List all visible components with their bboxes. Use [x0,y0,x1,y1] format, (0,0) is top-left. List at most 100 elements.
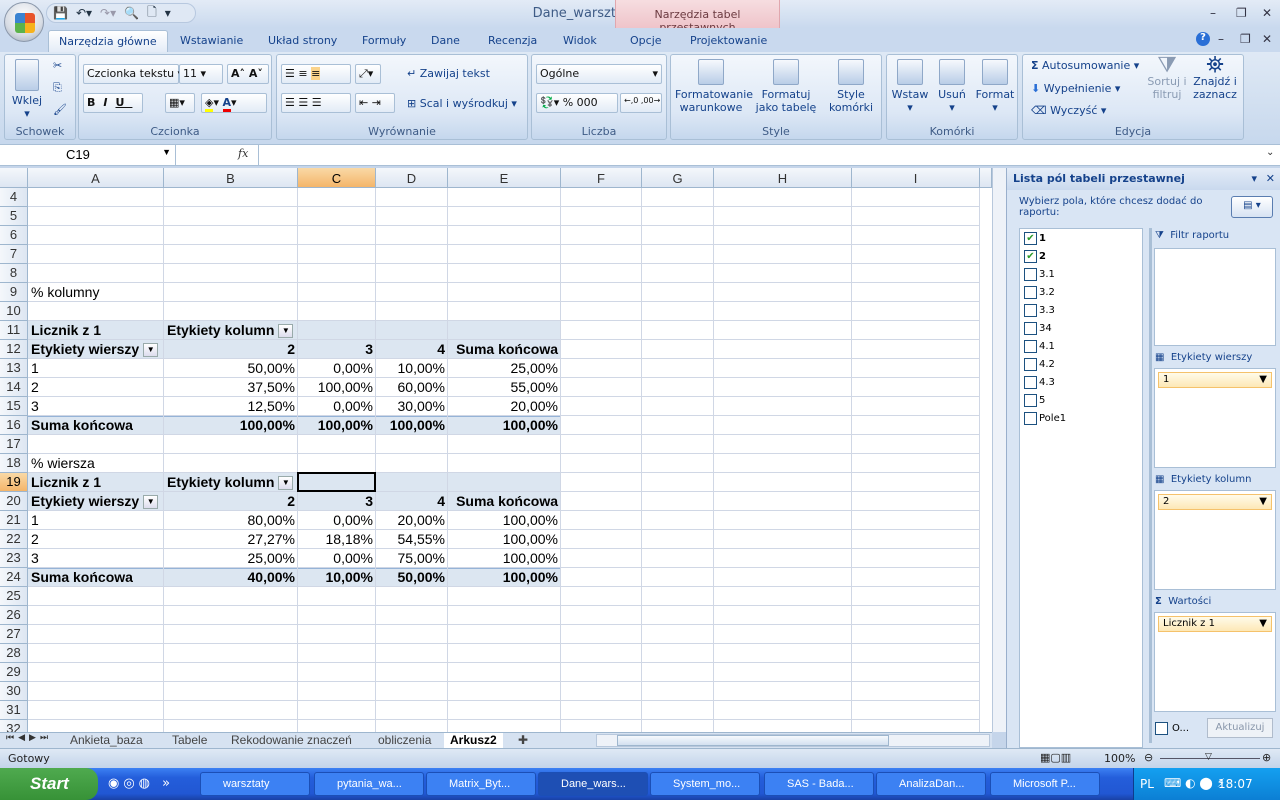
quick-launch-icons[interactable]: ◉◎◍ » [108,776,174,791]
row-labels-area[interactable]: 1 ▼ [1154,368,1276,468]
field-checkbox[interactable] [1024,394,1037,407]
taskbar-item[interactable]: SAS - Bada... [764,772,874,796]
cell-c21[interactable]: 0,00% [298,511,376,530]
insert-button[interactable]: Wstaw ▾ [891,59,929,114]
row-header-6[interactable]: 6 [0,226,28,245]
fill-font-color-buttons[interactable]: ◈▾ A▾ [201,93,267,113]
italic-button[interactable]: I [103,96,115,109]
view-buttons[interactable]: ▦▢▥ [1040,751,1071,764]
horizontal-align-buttons[interactable]: ☰ ☰ ☰ [281,93,351,113]
column-labels-area[interactable]: 2 ▼ [1154,490,1276,590]
field-item[interactable]: 3.3 [1024,304,1055,317]
field-item[interactable]: 4.3 [1024,376,1055,389]
fill-color-icon[interactable]: ◈ [205,96,214,112]
cell-b13[interactable]: 50,00% [164,359,298,378]
cell-d23[interactable]: 75,00% [376,549,448,568]
column-header-a[interactable]: A [28,168,164,188]
clear-button[interactable]: ⌫ Wyczyść ▾ [1031,104,1106,117]
zoom-slider-thumb[interactable]: ▽ [1205,752,1212,762]
row-header-15[interactable]: 15 [0,397,28,416]
field-item[interactable]: 4.1 [1024,340,1055,353]
cell-c16[interactable]: 100,00% [298,416,376,435]
taskbar-item[interactable]: System_mo... [650,772,760,796]
cell-a24[interactable]: Suma końcowa [28,568,164,587]
cell-a21[interactable]: 1 [28,511,164,530]
taskbar-item[interactable]: warsztaty [200,772,310,796]
row-header-31[interactable]: 31 [0,701,28,720]
cell-d14[interactable]: 60,00% [376,378,448,397]
cell-b22[interactable]: 27,27% [164,530,298,549]
number-format-select[interactable]: Ogólne ▾ [536,64,662,84]
sheet-tab[interactable]: Rekodowanie znaczeń [225,733,358,748]
cell-e24[interactable]: 100,00% [448,568,561,587]
cell-b19[interactable]: Etykiety kolumn ▼ [164,473,298,492]
bold-italic-underline-buttons[interactable]: BIU [83,93,143,113]
thousands-button[interactable]: 000 [577,96,598,109]
row-header-28[interactable]: 28 [0,644,28,663]
spreadsheet-grid[interactable]: A B C D E F G H I 4 5 6 7 8 9 10 11 12 13 14 15 16 17 18 19 20 21 2… [0,168,992,732]
cell-a22[interactable]: 2 [28,530,164,549]
bold-button[interactable]: B [87,96,103,109]
row-header-19[interactable]: 19 [0,473,28,492]
delete-button[interactable]: Usuń ▾ [933,59,971,114]
row-header-29[interactable]: 29 [0,663,28,682]
cell-b21[interactable]: 80,00% [164,511,298,530]
fill-button[interactable]: ⬇ Wypełnienie ▾ [1031,82,1120,95]
column-header-g[interactable]: G [642,168,714,188]
tab-view[interactable]: Widok [553,30,607,52]
cell-c22[interactable]: 18,18% [298,530,376,549]
values-area[interactable]: Licznik z 1 ▼ [1154,612,1276,712]
cut-icon[interactable]: ✂ [53,59,62,72]
borders-button[interactable]: ▦▾ [165,93,195,113]
workbook-close-icon[interactable]: ✕ [1262,32,1272,46]
pane-close-icon[interactable]: ✕ [1266,172,1275,185]
checkbox[interactable] [1155,722,1168,735]
row-header-4[interactable]: 4 [0,188,28,207]
close-icon[interactable]: ✕ [1262,6,1272,20]
column-header-i[interactable]: I [852,168,980,188]
row-header-21[interactable]: 21 [0,511,28,530]
field-checkbox[interactable] [1024,340,1037,353]
tab-home[interactable]: Narzędzia główne [48,30,168,52]
field-item[interactable]: 5 [1024,394,1045,407]
column-header-e[interactable]: E [448,168,561,188]
cell-a9[interactable]: % kolumny [28,283,164,302]
cell-a14[interactable]: 2 [28,378,164,397]
tab-page-layout[interactable]: Układ strony [258,30,347,52]
cell-d21[interactable]: 20,00% [376,511,448,530]
orientation-button[interactable]: ⤢▾ [355,64,381,84]
sheet-nav-buttons[interactable]: ⏮◀▶⏭ [6,733,52,743]
cell-d22[interactable]: 54,55% [376,530,448,549]
cell-d13[interactable]: 10,00% [376,359,448,378]
find-select-button[interactable]: ⛯ Znajdź i zaznacz [1191,55,1239,102]
conditional-formatting-button[interactable]: Formatowanie warunkowe [675,59,753,114]
field-item[interactable]: 34 [1024,322,1052,335]
tray-icons[interactable]: ⌨ ◐ ⬤ ⚡ [1164,776,1225,790]
formula-input[interactable] [258,145,1262,165]
cell-a12[interactable]: Etykiety wierszy ▼ [28,340,164,359]
format-painter-icon[interactable]: 🖌 [53,103,67,116]
cell-a18[interactable]: % wiersza [28,454,164,473]
row-field-chip[interactable]: 1 ▼ [1158,372,1272,388]
workbook-restore-icon[interactable]: ❐ [1240,32,1251,46]
font-size-select[interactable]: 11 ▾ [179,64,223,84]
cell-b14[interactable]: 37,50% [164,378,298,397]
cell-e22[interactable]: 100,00% [448,530,561,549]
format-button[interactable]: Format ▾ [975,59,1015,114]
row-header-17[interactable]: 17 [0,435,28,454]
cell-e13[interactable]: 25,00% [448,359,561,378]
column-field-chip[interactable]: 2 ▼ [1158,494,1272,510]
font-color-icon[interactable]: A [222,96,232,112]
cell-c23[interactable]: 0,00% [298,549,376,568]
taskbar-item[interactable]: pytania_wa... [314,772,424,796]
row-header-13[interactable]: 13 [0,359,28,378]
row-header-32[interactable]: 32 [0,720,28,732]
column-header-c[interactable]: C [298,168,376,188]
field-item[interactable]: 3.2 [1024,286,1055,299]
row-header-8[interactable]: 8 [0,264,28,283]
field-checkbox[interactable]: ✔ [1024,232,1037,245]
row-header-16[interactable]: 16 [0,416,28,435]
cell-b15[interactable]: 12,50% [164,397,298,416]
cell-c24[interactable]: 10,00% [298,568,376,587]
cell-b24[interactable]: 40,00% [164,568,298,587]
